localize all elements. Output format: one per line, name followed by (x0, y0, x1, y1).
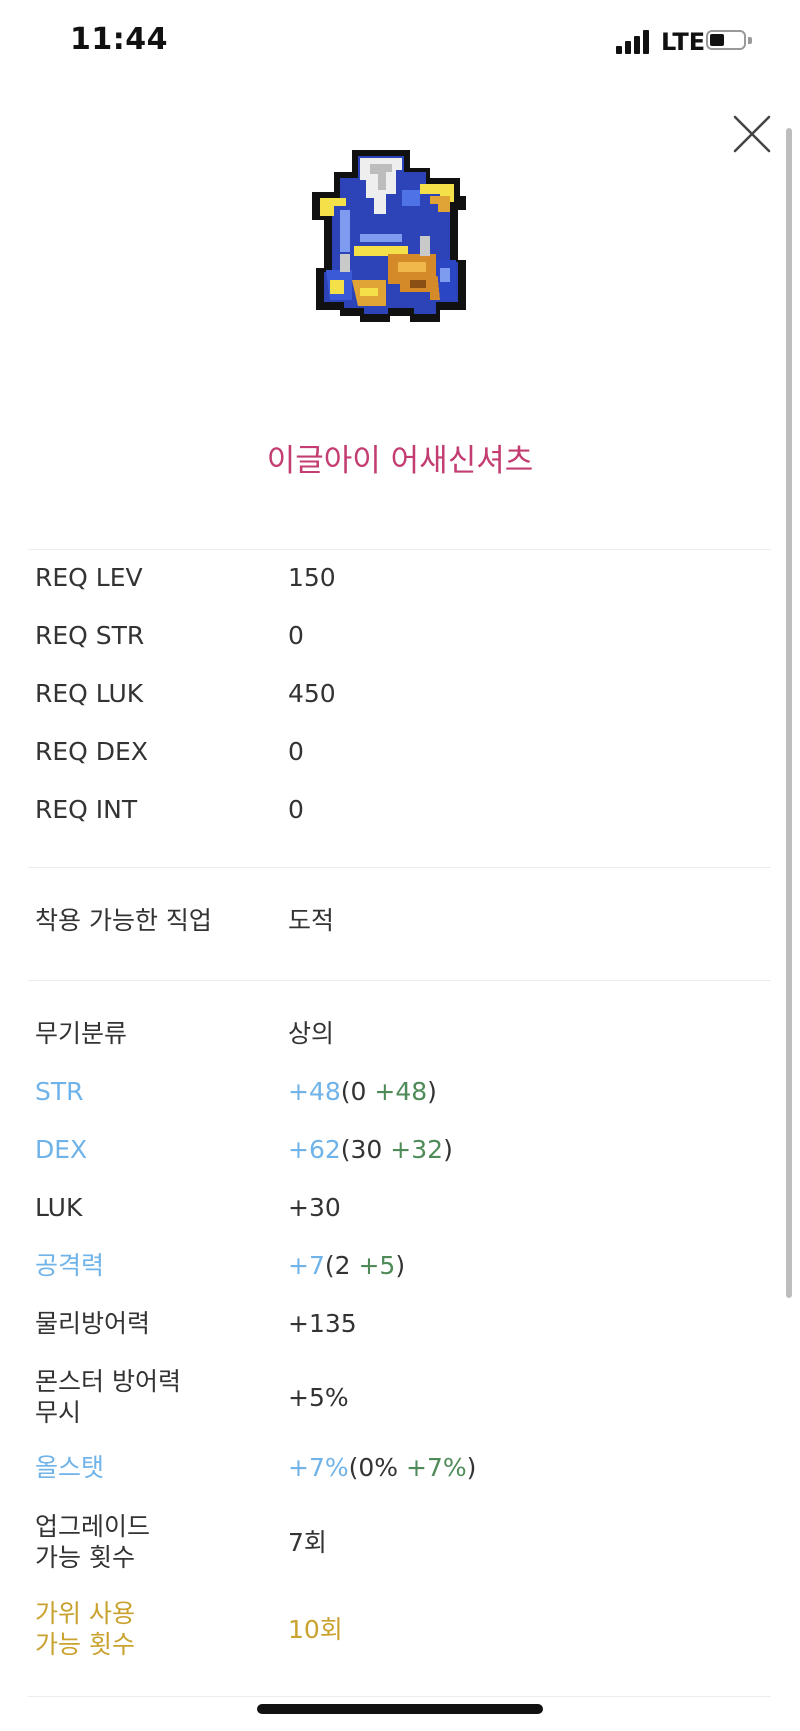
stat-label-line2: 무시 (35, 1398, 82, 1427)
divider (28, 980, 771, 981)
stat-value: +30 (288, 1193, 341, 1222)
close-button[interactable] (731, 113, 773, 155)
item-name: 이글아이 어새신셔츠 (266, 443, 534, 479)
req-label: REQ DEX (35, 737, 148, 766)
stat-label-line1: 업그레이드 (35, 1512, 151, 1541)
req-value: 0 (288, 621, 304, 650)
job-value: 도적 (288, 906, 335, 935)
stat-value: +135 (288, 1309, 357, 1338)
battery-icon (706, 30, 752, 52)
stat-label-line2: 가능 횟수 (35, 1630, 135, 1659)
stat-value: +5% (288, 1383, 349, 1412)
stat-bonus: +48 (374, 1077, 428, 1106)
stat-value: 상의 (288, 1019, 335, 1048)
stat-base: 30 (350, 1135, 383, 1164)
req-label: REQ INT (35, 795, 138, 824)
stat-paren-close: ) (466, 1453, 477, 1482)
status-time: 11:44 (70, 22, 168, 57)
stat-paren-close: ) (427, 1077, 437, 1106)
stat-label: 가위 사용 가능 횟수 (35, 1598, 275, 1660)
stat-label: STR (35, 1077, 84, 1106)
req-label: REQ STR (35, 621, 145, 650)
req-value: 150 (288, 563, 336, 592)
stat-label-line2: 가능 횟수 (35, 1543, 135, 1572)
stat-total: +7 (288, 1251, 325, 1280)
home-indicator[interactable] (257, 1704, 543, 1714)
stat-paren-open: ( (340, 1077, 351, 1106)
divider (28, 867, 771, 868)
status-bar: 11:44 LTE (0, 0, 800, 90)
stat-paren-close: ) (443, 1135, 453, 1164)
stat-label: DEX (35, 1135, 88, 1164)
stat-label: LUK (35, 1193, 83, 1222)
divider (28, 1696, 771, 1697)
stat-label: 무기분류 (35, 1019, 128, 1048)
stat-value: 7회 (288, 1528, 327, 1557)
close-icon (733, 115, 771, 153)
stat-value: +7(2 +5) (288, 1250, 405, 1281)
stat-paren-open: ( (324, 1251, 335, 1280)
req-value: 450 (288, 679, 336, 708)
item-image (290, 150, 510, 340)
stat-total: +7% (288, 1453, 349, 1482)
stat-bonus: +32 (390, 1135, 444, 1164)
stat-label: 물리방어력 (35, 1309, 151, 1338)
stat-bonus: +7% (406, 1453, 467, 1482)
stat-label-line1: 몬스터 방어력 (35, 1367, 181, 1396)
stat-value: +7%(0% +7%) (288, 1452, 476, 1483)
stat-label: 올스탯 (35, 1453, 105, 1482)
stat-paren-close: ) (395, 1251, 406, 1280)
divider (28, 549, 771, 550)
stat-bonus: +5 (358, 1251, 396, 1280)
stat-value: +48(0 +48) (288, 1076, 437, 1107)
stat-paren-open: ( (348, 1453, 359, 1482)
stat-label: 업그레이드 가능 횟수 (35, 1511, 275, 1573)
stat-paren-open: ( (340, 1135, 351, 1164)
stat-value: +62(30 +32) (288, 1134, 453, 1165)
stat-label-line1: 가위 사용 (35, 1599, 135, 1628)
stat-total: +48 (288, 1077, 341, 1106)
stat-base: 2 (334, 1251, 351, 1280)
stat-label: 공격력 (35, 1251, 105, 1280)
stat-base: 0% (358, 1453, 399, 1482)
req-value: 0 (288, 737, 304, 766)
stat-value: 10회 (288, 1615, 343, 1644)
scrollbar[interactable] (786, 128, 792, 1298)
signal-icon (616, 30, 654, 54)
armor-sprite-icon (312, 150, 466, 322)
stat-label: 몬스터 방어력 무시 (35, 1366, 275, 1428)
req-label: REQ LEV (35, 563, 143, 592)
stat-base: 0 (350, 1077, 367, 1106)
req-label: REQ LUK (35, 679, 144, 708)
req-value: 0 (288, 795, 304, 824)
network-type: LTE (661, 28, 706, 56)
stat-total: +62 (288, 1135, 341, 1164)
job-label: 착용 가능한 직업 (35, 906, 212, 935)
